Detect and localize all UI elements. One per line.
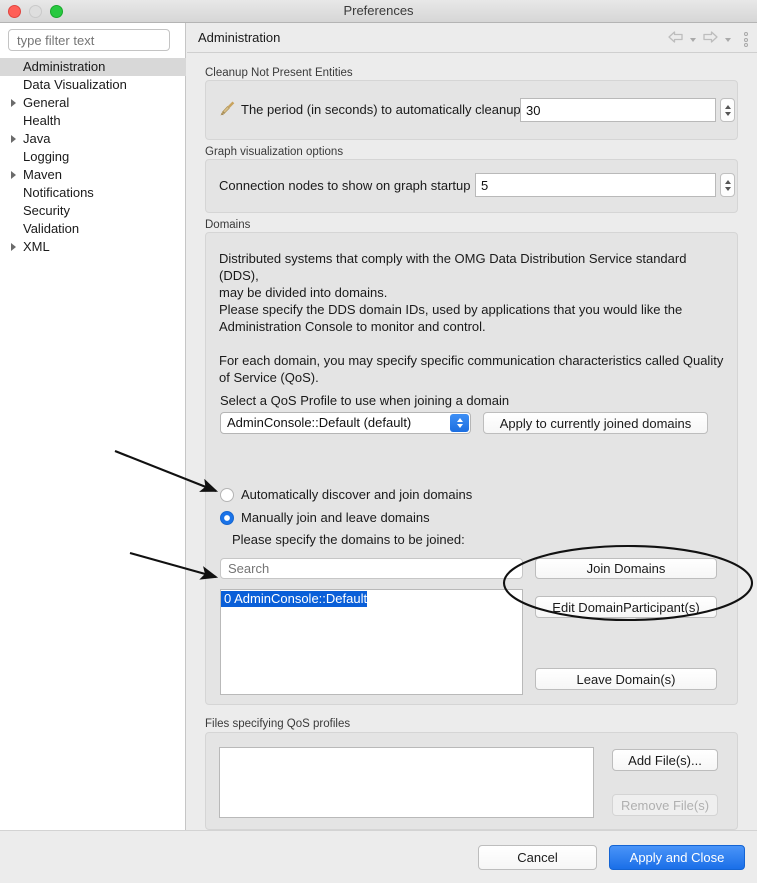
page-title: Administration: [198, 30, 281, 45]
radio-manual-join[interactable]: Manually join and leave domains: [220, 510, 430, 525]
sidebar-item-label: Logging: [23, 149, 70, 164]
sidebar-item-label: Maven: [23, 167, 63, 182]
sidebar-item-label: Administration: [23, 59, 106, 74]
sidebar-item-label: Java: [23, 131, 51, 146]
sidebar-item-maven[interactable]: Maven: [0, 166, 186, 184]
sidebar-item-logging[interactable]: Logging: [0, 148, 186, 166]
list-item[interactable]: 0 AdminConsole::Default: [221, 591, 368, 607]
tree-expand-chevron-right-icon[interactable]: [11, 99, 16, 107]
forward-history-chevron-down-icon[interactable]: [725, 37, 731, 42]
forward-arrow-icon[interactable]: [702, 30, 719, 49]
leave-domains-button[interactable]: Leave Domain(s): [535, 668, 717, 690]
preferences-tree: Administration Data Visualization General H…: [0, 58, 186, 256]
sidebar-item-label: General: [23, 95, 70, 110]
cleanup-period-label: The period (in seconds) to automatically…: [241, 102, 521, 117]
preferences-window: Preferences Administration Data Visualiza…: [0, 0, 757, 883]
tree-expand-chevron-right-icon[interactable]: [11, 243, 16, 251]
sidebar-item-notifications[interactable]: Notifications: [0, 184, 186, 202]
qos-profile-label: Select a QoS Profile to use when joining…: [220, 393, 510, 408]
graph-nodes-stepper[interactable]: [720, 173, 735, 197]
sidebar-item-label: Data Visualization: [23, 77, 127, 92]
sidebar-item-data-visualization[interactable]: Data Visualization: [0, 76, 186, 94]
joined-domains-list[interactable]: 0 AdminConsole::Default: [220, 589, 523, 695]
cancel-button[interactable]: Cancel: [478, 845, 597, 870]
back-history-chevron-down-icon[interactable]: [690, 37, 696, 42]
sidebar-item-java[interactable]: Java: [0, 130, 186, 148]
graph-nodes-label: Connection nodes to show on graph startu…: [219, 178, 471, 193]
domains-group-box: Distributed systems that comply with the…: [205, 232, 738, 705]
tree-expand-chevron-right-icon[interactable]: [11, 171, 16, 179]
join-domains-button[interactable]: Join Domains: [535, 558, 717, 579]
graph-group-box: Connection nodes to show on graph startu…: [205, 159, 738, 213]
radio-auto-discover-indicator[interactable]: [220, 487, 234, 502]
sidebar-item-administration[interactable]: Administration: [0, 58, 186, 76]
domain-search-input[interactable]: [220, 558, 523, 579]
cleanup-period-input[interactable]: [520, 98, 716, 122]
radio-auto-discover[interactable]: Automatically discover and join domains: [220, 487, 472, 502]
preferences-sidebar: Administration Data Visualization General H…: [0, 23, 186, 883]
add-files-button[interactable]: Add File(s)...: [612, 749, 718, 771]
sidebar-item-security[interactable]: Security: [0, 202, 186, 220]
sidebar-item-label: Health: [23, 113, 61, 128]
filter-input[interactable]: [8, 29, 170, 51]
radio-auto-discover-label: Automatically discover and join domains: [241, 487, 473, 502]
graph-group-label: Graph visualization options: [205, 146, 344, 158]
dialog-footer: Cancel Apply and Close: [0, 830, 757, 883]
files-group-label: Files specifying QoS profiles: [205, 718, 351, 730]
sidebar-item-label: Notifications: [23, 185, 94, 200]
files-group-box: Add File(s)... Remove File(s): [205, 732, 738, 830]
sidebar-item-health[interactable]: Health: [0, 112, 186, 130]
edit-domainparticipants-button[interactable]: Edit DomainParticipant(s): [535, 596, 717, 618]
vertical-dots-icon[interactable]: [744, 32, 748, 47]
qos-profile-chevron-icon[interactable]: [450, 414, 469, 432]
cleanup-group-label: Cleanup Not Present Entities: [205, 67, 353, 79]
pane-nav-icons: [667, 30, 748, 49]
domains-group-label: Domains: [205, 219, 251, 231]
sidebar-item-label: Validation: [23, 221, 80, 236]
sidebar-item-label: XML: [23, 239, 50, 254]
qos-profile-selected-value: AdminConsole::Default (default): [227, 415, 412, 430]
window-titlebar: Preferences: [0, 0, 757, 23]
remove-files-button[interactable]: Remove File(s): [612, 794, 718, 816]
back-arrow-icon[interactable]: [667, 30, 684, 49]
sidebar-item-xml[interactable]: XML: [0, 238, 186, 256]
sidebar-item-validation[interactable]: Validation: [0, 220, 186, 238]
sidebar-item-general[interactable]: General: [0, 94, 186, 112]
qos-profile-select[interactable]: AdminConsole::Default (default): [220, 412, 471, 434]
list-item-label: 0 AdminConsole::Default: [224, 591, 368, 606]
qos-files-list[interactable]: [219, 747, 594, 818]
broom-icon: [219, 100, 236, 117]
window-title: Preferences: [343, 3, 414, 18]
radio-manual-join-label: Manually join and leave domains: [241, 510, 430, 525]
specify-domains-label: Please specify the domains to be joined:: [232, 532, 465, 547]
apply-joined-domains-button[interactable]: Apply to currently joined domains: [483, 412, 708, 434]
cleanup-group-box: The period (in seconds) to automatically…: [205, 80, 738, 140]
settings-pane: Administration Cleanup Not Present Entit…: [187, 23, 757, 883]
radio-manual-join-indicator[interactable]: [220, 510, 234, 525]
cleanup-period-stepper[interactable]: [720, 98, 735, 122]
sidebar-item-label: Security: [23, 203, 70, 218]
tree-expand-chevron-right-icon[interactable]: [11, 135, 16, 143]
apply-and-close-button[interactable]: Apply and Close: [609, 845, 745, 870]
pane-header: Administration: [187, 23, 757, 53]
domains-description: Distributed systems that comply with the…: [219, 251, 724, 385]
graph-nodes-input[interactable]: [475, 173, 716, 197]
